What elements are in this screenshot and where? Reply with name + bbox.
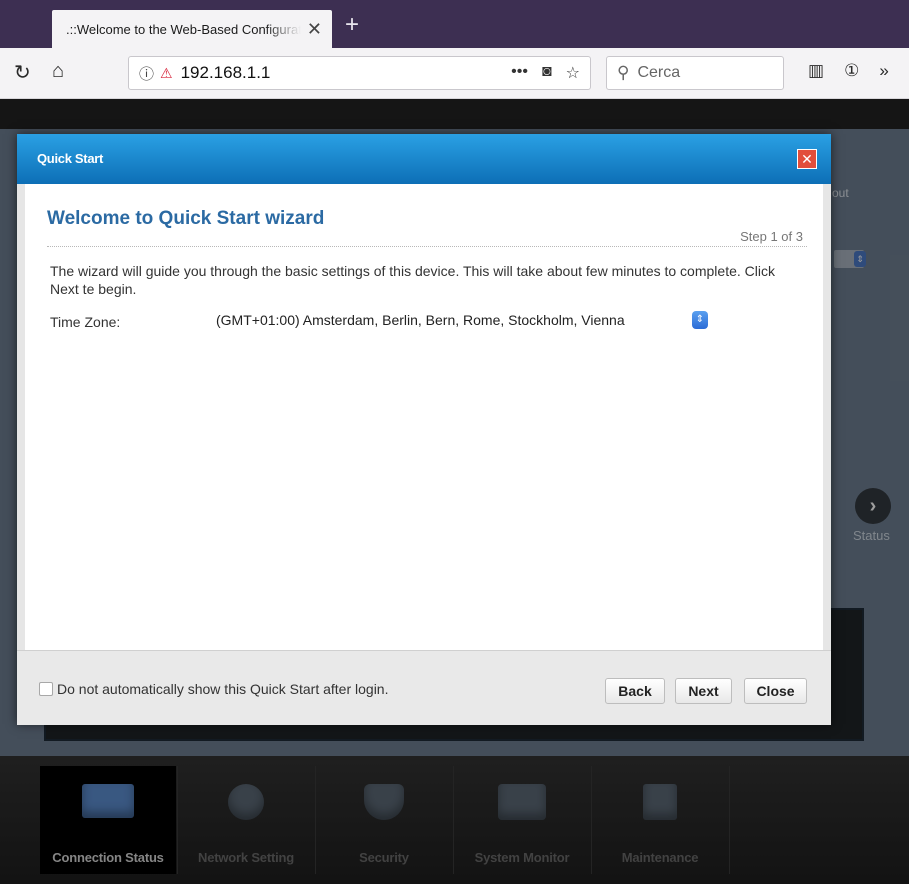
time-zone-select[interactable]: (GMT+01:00) Amsterdam, Berlin, Bern, Rom…	[210, 308, 708, 332]
back-button[interactable]: Back	[605, 678, 665, 704]
search-bar[interactable]: ⚲ Cerca	[606, 56, 784, 90]
dont-show-checkbox[interactable]	[39, 682, 53, 696]
divider	[47, 246, 807, 247]
close-icon[interactable]: ✕	[797, 149, 817, 169]
overflow-chevron-icon[interactable]: »	[879, 61, 888, 81]
close-button[interactable]: Close	[744, 678, 807, 704]
browser-tab-bar: .::Welcome to the Web-Based Configurator…	[0, 0, 909, 48]
dialog-footer: Do not automatically show this Quick Sta…	[17, 650, 831, 725]
next-button[interactable]: Next	[675, 678, 732, 704]
tab-title: .::Welcome to the Web-Based Configurator…	[66, 21, 301, 37]
browser-nav-bar: ↻ ⌂ ⓘ ⚠ 192.168.1.1 ••• ◙ ☆ ⚲ Cerca ▥ ① …	[0, 48, 909, 99]
browser-tab[interactable]: .::Welcome to the Web-Based Configurator…	[52, 10, 332, 48]
step-indicator: Step 1 of 3	[740, 229, 803, 244]
search-placeholder: Cerca	[637, 64, 681, 81]
search-icon: ⚲	[617, 63, 630, 82]
bookmark-star-icon[interactable]: ☆	[566, 63, 580, 83]
page-actions-icon[interactable]: •••	[511, 63, 528, 83]
wizard-title: Welcome to Quick Start wizard	[47, 208, 325, 229]
library-icon[interactable]: ▥	[808, 61, 824, 81]
dialog-title: Quick Start	[37, 151, 104, 166]
url-bar[interactable]: ⓘ ⚠ 192.168.1.1 ••• ◙ ☆	[128, 56, 591, 90]
dialog-body: Welcome to Quick Start wizard Step 1 of …	[25, 184, 823, 650]
select-arrow-icon: ⇕	[692, 311, 708, 329]
home-icon[interactable]: ⌂	[52, 60, 64, 83]
dont-show-option[interactable]: Do not automatically show this Quick Sta…	[39, 681, 388, 697]
insecure-lock-icon[interactable]: ⚠	[160, 65, 173, 82]
dialog-header: Quick Start ✕	[17, 134, 831, 184]
wizard-description: The wizard will guide you through the ba…	[50, 263, 775, 297]
dont-show-label: Do not automatically show this Quick Sta…	[57, 681, 389, 697]
time-zone-label: Time Zone:	[50, 314, 121, 330]
new-tab-icon[interactable]: +	[345, 11, 359, 39]
time-zone-value: (GMT+01:00) Amsterdam, Berlin, Bern, Rom…	[216, 312, 625, 328]
quick-start-dialog: Quick Start ✕ Welcome to Quick Start wiz…	[17, 134, 831, 725]
extension-icon[interactable]: ①	[844, 61, 859, 81]
reload-icon[interactable]: ↻	[14, 60, 31, 85]
tab-close-icon[interactable]: ✕	[307, 19, 322, 40]
info-icon[interactable]: ⓘ	[139, 63, 154, 84]
url-text[interactable]: 192.168.1.1	[181, 63, 512, 83]
pocket-icon[interactable]: ◙	[542, 63, 552, 83]
